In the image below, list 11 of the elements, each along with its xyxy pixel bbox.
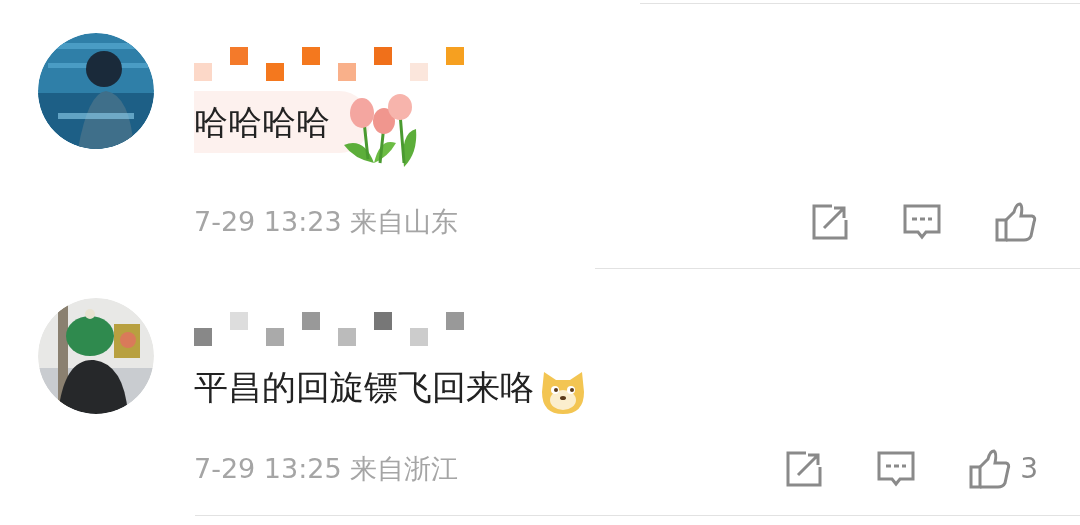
comment-icon[interactable] bbox=[876, 449, 917, 489]
comment-icon[interactable] bbox=[902, 202, 942, 242]
thumbs-up-icon[interactable] bbox=[994, 200, 1038, 244]
comment-text: 哈哈哈哈 bbox=[194, 91, 370, 153]
comment-meta: 7-29 13:25 来自浙江 bbox=[194, 451, 459, 486]
share-icon[interactable] bbox=[810, 202, 850, 242]
comment-meta: 7-29 13:23 来自山东 bbox=[194, 204, 459, 239]
thumbs-up-icon[interactable] bbox=[968, 447, 1013, 491]
like-count: 3 bbox=[1020, 455, 1038, 483]
share-icon[interactable] bbox=[784, 449, 825, 489]
comment-text: 平昌的回旋镖飞回来咯 bbox=[194, 366, 534, 409]
